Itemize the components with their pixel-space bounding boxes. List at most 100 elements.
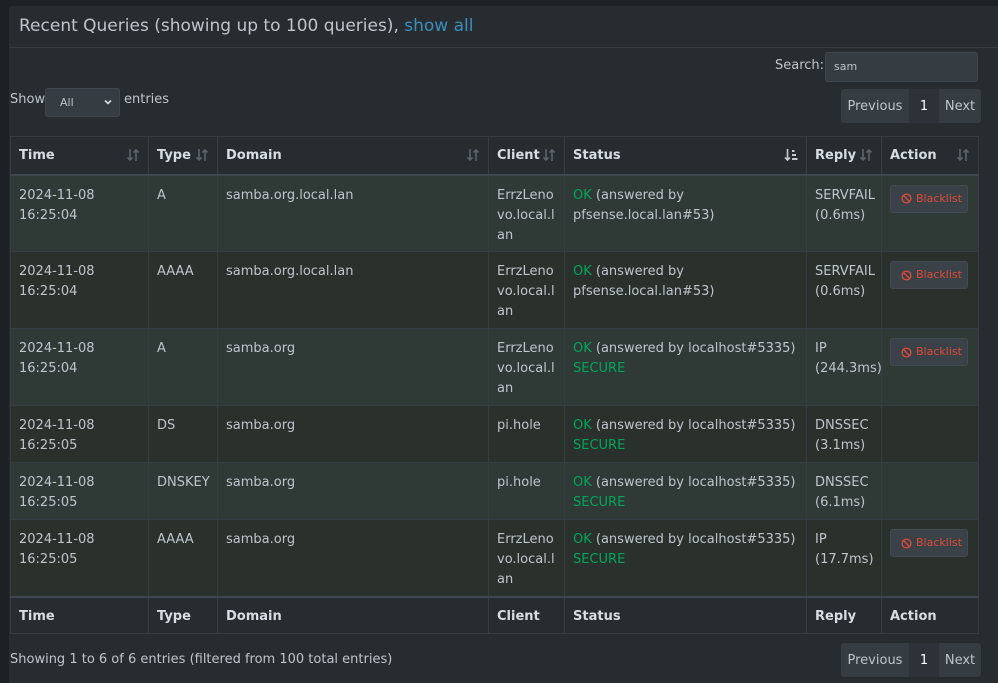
status-text: (answered by pfsense.local.lan#53) — [573, 187, 715, 223]
cell-time: 2024-11-08 16:25:04 — [10, 251, 149, 329]
column-header-type[interactable]: Type — [148, 136, 218, 176]
cell-domain: samba.org.local.lan — [217, 251, 489, 329]
blacklist-label: Blacklist — [916, 536, 962, 549]
pagination-bottom: Previous 1 Next — [841, 643, 981, 677]
column-label: Client — [497, 148, 540, 163]
column-label: Reply — [815, 148, 857, 163]
cell-domain: samba.org — [217, 519, 489, 597]
sort-icon — [859, 148, 873, 162]
chevron-down-icon — [104, 99, 112, 105]
table-info: Showing 1 to 6 of 6 entries (filtered fr… — [10, 652, 393, 667]
column-header-client[interactable]: Client — [488, 136, 565, 176]
sort-icon — [956, 148, 970, 162]
column-header-status[interactable]: Status — [564, 136, 807, 176]
column-header-time[interactable]: Time — [10, 136, 149, 176]
cell-status: OK (answered by pfsense.local.lan#53) — [564, 251, 807, 329]
column-header-reply[interactable]: Reply — [806, 136, 882, 176]
column-label: Action — [890, 148, 937, 163]
search-label: Search: — [775, 58, 825, 73]
column-label: Domain — [226, 148, 282, 163]
table-row: 2024-11-08 16:25:04 A samba.org.local.la… — [10, 174, 979, 252]
cell-action — [881, 462, 979, 520]
ban-icon — [901, 269, 912, 281]
footer-status: Status — [564, 595, 807, 634]
status-text: (answered by localhost#5335) — [591, 532, 796, 547]
footer-time: Time — [10, 595, 149, 634]
status-secure: SECURE — [573, 438, 626, 453]
cell-time: 2024-11-08 16:25:05 — [10, 405, 149, 463]
status-text: (answered by localhost#5335) — [591, 341, 796, 356]
cell-type: A — [148, 328, 218, 406]
cell-status: OK (answered by pfsense.local.lan#53) — [564, 174, 807, 252]
blacklist-button[interactable]: Blacklist — [890, 184, 968, 213]
table-footer-row: Time Type Domain Client Status Reply Act… — [10, 595, 979, 634]
footer-reply: Reply — [806, 595, 882, 634]
cell-action: Blacklist — [881, 519, 979, 597]
title-text: Recent Queries (showing up to 100 querie… — [19, 16, 405, 36]
column-header-action[interactable]: Action — [881, 136, 979, 176]
cell-client: pi.hole — [488, 462, 565, 520]
cell-reply: DNSSEC (6.1ms) — [806, 462, 882, 520]
status-ok: OK — [573, 264, 592, 279]
cell-client: pi.hole — [488, 405, 565, 463]
cell-action: Blacklist — [881, 174, 979, 252]
length-select-value: All — [60, 96, 74, 109]
length-select[interactable]: All — [45, 88, 120, 117]
ban-icon — [901, 537, 912, 549]
previous-button[interactable]: Previous — [841, 89, 909, 123]
cell-type: AAAA — [148, 519, 218, 597]
cell-status: OK (answered by localhost#5335) SECURE — [564, 462, 807, 520]
cell-reply: SERVFAIL (0.6ms) — [806, 174, 882, 252]
show-all-link[interactable]: show all — [404, 16, 473, 36]
cell-client: ErrzLenovo.local.lan — [488, 174, 565, 252]
ban-icon — [901, 193, 912, 204]
cell-status: OK (answered by localhost#5335) SECURE — [564, 405, 807, 463]
cell-client: ErrzLenovo.local.lan — [488, 251, 565, 329]
page-1-button[interactable]: 1 — [909, 89, 939, 123]
next-button[interactable]: Next — [939, 643, 981, 677]
blacklist-label: Blacklist — [916, 191, 962, 205]
cell-type: AAAA — [148, 251, 218, 329]
cell-reply: DNSSEC (3.1ms) — [806, 405, 882, 463]
status-secure: SECURE — [573, 495, 626, 510]
sort-icon — [195, 148, 209, 162]
status-text: (answered by localhost#5335) — [591, 475, 796, 490]
status-ok: OK — [573, 532, 592, 547]
column-header-domain[interactable]: Domain — [217, 136, 489, 176]
cell-time: 2024-11-08 16:25:04 — [10, 174, 149, 252]
blacklist-button[interactable]: Blacklist — [890, 338, 968, 366]
status-text: (answered by localhost#5335) — [591, 418, 796, 433]
box-title: Recent Queries (showing up to 100 querie… — [19, 16, 473, 36]
footer-type: Type — [148, 595, 218, 634]
previous-button[interactable]: Previous — [841, 643, 909, 677]
cell-time: 2024-11-08 16:25:05 — [10, 462, 149, 520]
cell-time: 2024-11-08 16:25:05 — [10, 519, 149, 597]
column-label: Type — [157, 148, 191, 163]
blacklist-button[interactable]: Blacklist — [890, 529, 968, 557]
status-secure: SECURE — [573, 552, 626, 567]
search-input[interactable]: sam — [825, 52, 978, 82]
table-row: 2024-11-08 16:25:04 A samba.org ErrzLeno… — [10, 328, 979, 406]
cell-client: ErrzLenovo.local.lan — [488, 328, 565, 406]
cell-domain: samba.org.local.lan — [217, 174, 489, 252]
status-ok: OK — [573, 475, 592, 490]
pagination-top: Previous 1 Next — [841, 89, 981, 123]
column-label: Time — [19, 148, 55, 163]
blacklist-button[interactable]: Blacklist — [890, 261, 968, 289]
next-button[interactable]: Next — [939, 89, 981, 123]
table-row: 2024-11-08 16:25:05 DNSKEY samba.org pi.… — [10, 462, 979, 520]
cell-type: A — [148, 174, 218, 252]
table-header-row: Time Type Domain Client Status Reply Act… — [10, 136, 979, 176]
length-entries-label: entries — [124, 92, 170, 107]
status-text: (answered by pfsense.local.lan#53) — [573, 264, 715, 299]
ban-icon — [901, 346, 912, 358]
cell-domain: samba.org — [217, 405, 489, 463]
queries-table: Time Type Domain Client Status Reply Act… — [10, 136, 979, 634]
cell-type: DNSKEY — [148, 462, 218, 520]
box-header: Recent Queries (showing up to 100 querie… — [9, 6, 998, 48]
status-ok: OK — [573, 187, 592, 203]
page-1-button[interactable]: 1 — [909, 643, 939, 677]
footer-client: Client — [488, 595, 565, 634]
footer-action: Action — [881, 595, 979, 634]
cell-domain: samba.org — [217, 462, 489, 520]
